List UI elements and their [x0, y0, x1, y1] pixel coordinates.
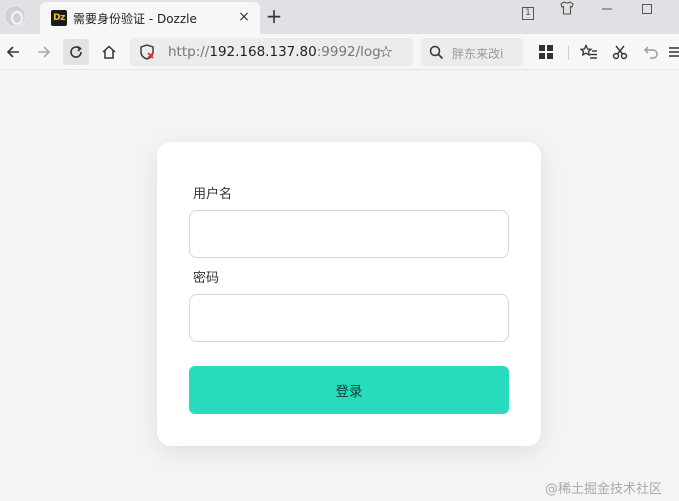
search-icon	[429, 45, 444, 60]
search-input[interactable]: 胖东来改i	[452, 45, 518, 62]
dozzle-favicon-icon: Dz	[51, 10, 67, 26]
favorites-icon[interactable]	[576, 39, 602, 65]
tab-title: 需要身份验证 - Dozzle	[73, 12, 197, 26]
insecure-shield-icon[interactable]	[139, 44, 155, 60]
url-path: :9992/log	[316, 44, 381, 60]
apps-icon[interactable]	[533, 39, 559, 65]
tab-count: 1	[522, 7, 534, 20]
watermark: @稀土掘金技术社区	[545, 482, 663, 497]
scissors-icon[interactable]	[607, 39, 633, 65]
tab-strip: Dz 需要身份验证 - Dozzle × + 1	[0, 0, 679, 34]
address-bar[interactable]: http://192.168.137.80:9992/log ☆	[130, 38, 413, 66]
home-icon	[102, 45, 116, 59]
browser-toolbar: http://192.168.137.80:9992/log ☆ 胖东来改i	[0, 34, 679, 70]
arrow-left-icon	[6, 46, 19, 58]
close-tab-icon[interactable]: ×	[235, 8, 253, 26]
arrow-right-icon	[38, 46, 51, 58]
tab-count-button[interactable]: 1	[517, 0, 539, 22]
browser-logo-icon[interactable]	[4, 5, 26, 27]
minimize-icon[interactable]	[596, 0, 618, 22]
forward-button[interactable]	[31, 39, 57, 65]
reload-icon	[70, 45, 82, 58]
reload-button[interactable]	[63, 39, 89, 65]
home-button[interactable]	[96, 39, 122, 65]
maximize-icon[interactable]	[636, 0, 658, 22]
username-label: 用户名	[193, 187, 233, 202]
url-scheme: http://	[168, 44, 210, 60]
back-button[interactable]	[0, 39, 26, 65]
password-input[interactable]	[189, 294, 509, 342]
login-card: 用户名 密码 登录	[157, 142, 541, 446]
password-label: 密码	[193, 271, 220, 286]
search-box[interactable]: 胖东来改i	[421, 38, 523, 66]
username-input[interactable]	[189, 210, 509, 258]
url-host: 192.168.137.80	[209, 44, 317, 60]
menu-icon[interactable]	[668, 39, 679, 65]
login-button[interactable]: 登录	[189, 366, 509, 414]
skin-icon[interactable]	[556, 0, 578, 22]
tab-dozzle[interactable]: Dz 需要身份验证 - Dozzle ×	[40, 2, 260, 34]
new-tab-button[interactable]: +	[263, 5, 285, 27]
url-text[interactable]: http://192.168.137.80:9992/log	[168, 44, 381, 60]
toolbar-divider	[568, 46, 569, 60]
bookmark-star-icon[interactable]: ☆	[377, 43, 395, 61]
undo-icon[interactable]	[638, 39, 664, 65]
